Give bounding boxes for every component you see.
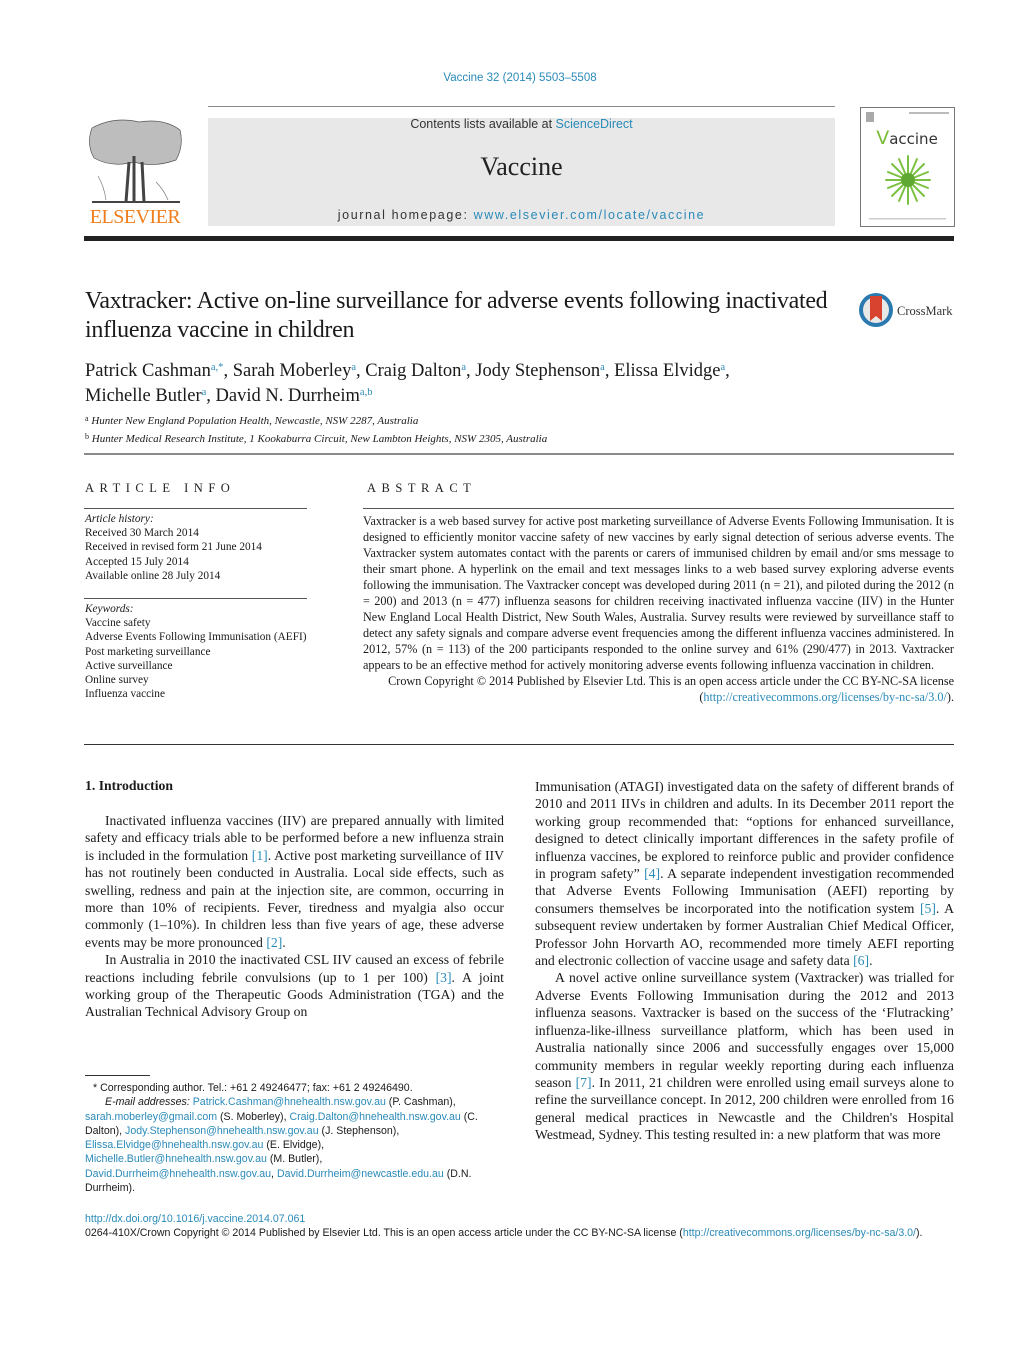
email-link[interactable]: sarah.moberley@gmail.com bbox=[85, 1111, 217, 1123]
footnotes: * Corresponding author. Tel.: +61 2 4924… bbox=[85, 1081, 510, 1195]
divider bbox=[84, 744, 954, 745]
citation-link[interactable]: [4] bbox=[644, 866, 660, 881]
email-link[interactable]: Craig.Dalton@hnehealth.nsw.gov.au bbox=[289, 1111, 460, 1123]
journal-title: Vaccine bbox=[480, 152, 563, 181]
svg-text:Vaccine: Vaccine bbox=[876, 127, 938, 149]
author-list: Patrick Cashmana,*, Sarah Moberleya, Cra… bbox=[85, 361, 730, 406]
author[interactable]: Jody Stephensona bbox=[475, 361, 605, 381]
citation-link[interactable]: [7] bbox=[576, 1075, 592, 1090]
paragraph: Inactivated influenza vaccines (IIV) are… bbox=[85, 813, 504, 950]
paragraph: In Australia in 2010 the inactivated CSL… bbox=[85, 952, 504, 1020]
body-column-right: Immunisation (ATAGI) investigated data o… bbox=[535, 778, 954, 1144]
keyword: Online survey bbox=[85, 674, 149, 687]
homepage-prefix: journal homepage: bbox=[337, 208, 474, 222]
license-statement: 0264-410X/Crown Copyright © 2014 Publish… bbox=[85, 1227, 923, 1240]
doi-link[interactable]: http://dx.doi.org/10.1016/j.vaccine.2014… bbox=[85, 1213, 305, 1225]
article-title: Vaxtracker: Active on-line surveillance … bbox=[85, 288, 828, 343]
doi-block: http://dx.doi.org/10.1016/j.vaccine.2014… bbox=[85, 1212, 955, 1241]
divider bbox=[84, 598, 307, 599]
keyword: Adverse Events Following Immunisation (A… bbox=[85, 631, 307, 644]
crossmark-button[interactable]: CrossMark bbox=[858, 291, 958, 331]
footnote-rule bbox=[85, 1075, 150, 1076]
affiliation: b Hunter Medical Research Institute, 1 K… bbox=[85, 432, 548, 445]
citation-link[interactable]: [6] bbox=[853, 953, 869, 968]
elsevier-wordmark: ELSEVIER bbox=[89, 206, 181, 228]
paragraph: Immunisation (ATAGI) investigated data o… bbox=[535, 779, 955, 969]
history-item: Accepted 15 July 2014 bbox=[85, 555, 189, 568]
email-link[interactable]: Michelle.Butler@hnehealth.nsw.gov.au bbox=[85, 1153, 267, 1165]
email-link[interactable]: Jody.Stephenson@hnehealth.nsw.gov.au bbox=[125, 1125, 319, 1137]
header-rule bbox=[208, 106, 835, 107]
citation-link[interactable]: [5] bbox=[920, 901, 936, 916]
email-link[interactable]: Elissa.Elvidge@hnehealth.nsw.gov.au bbox=[85, 1139, 263, 1151]
divider bbox=[84, 508, 307, 509]
abstract: Vaxtracker is a web based survey for act… bbox=[363, 513, 954, 705]
history-item: Available online 28 July 2014 bbox=[85, 569, 221, 582]
body-column-left: Inactivated influenza vaccines (IIV) are… bbox=[85, 812, 504, 1021]
author-affiliation-marker[interactable]: a bbox=[720, 362, 725, 373]
abstract-copyright: Crown Copyright © 2014 Published by Else… bbox=[388, 674, 954, 704]
journal-cover-thumbnail[interactable]: Vaccine bbox=[860, 107, 955, 227]
author[interactable]: Craig Daltona bbox=[365, 361, 466, 381]
keywords: Keywords: Vaccine safety Adverse Events … bbox=[85, 602, 310, 701]
email-addresses: E-mail addresses: Patrick.Cashman@hnehea… bbox=[85, 1096, 478, 1195]
author-affiliation-marker[interactable]: a,* bbox=[211, 362, 224, 373]
keyword: Vaccine safety bbox=[85, 617, 151, 630]
affiliation: a Hunter New England Population Health, … bbox=[85, 414, 419, 427]
author-affiliation-marker[interactable]: a,b bbox=[360, 387, 373, 398]
citation-link[interactable]: [1] bbox=[252, 848, 268, 863]
journal-citation-link[interactable]: Vaccine 32 (2014) 5503–5508 bbox=[0, 72, 1020, 84]
author[interactable]: Sarah Moberleya bbox=[233, 361, 356, 381]
author-affiliation-marker[interactable]: a bbox=[461, 362, 466, 373]
history-item: Received in revised form 21 June 2014 bbox=[85, 541, 262, 554]
citation-link[interactable]: [3] bbox=[436, 970, 452, 985]
homepage-line: journal homepage: www.elsevier.com/locat… bbox=[208, 208, 835, 222]
keywords-label: Keywords: bbox=[85, 603, 134, 615]
author[interactable]: David N. Durrheima,b bbox=[216, 386, 373, 406]
author-affiliation-marker[interactable]: a bbox=[600, 362, 605, 373]
contents-prefix: Contents lists available at bbox=[410, 117, 556, 131]
license-link[interactable]: http://creativecommons.org/licenses/by-n… bbox=[703, 690, 946, 704]
keyword: Influenza vaccine bbox=[85, 688, 165, 701]
author[interactable]: Patrick Cashmana,* bbox=[85, 361, 223, 381]
contents-line: Contents lists available at ScienceDirec… bbox=[208, 117, 835, 131]
author-affiliation-marker[interactable]: a bbox=[202, 387, 207, 398]
email-link[interactable]: Patrick.Cashman@hnehealth.nsw.gov.au bbox=[193, 1096, 386, 1108]
paragraph: A novel active online surveillance syste… bbox=[535, 970, 954, 1143]
crossmark-label: CrossMark bbox=[897, 304, 953, 318]
history-label: Article history: bbox=[85, 513, 154, 525]
divider bbox=[363, 508, 954, 509]
author[interactable]: Elissa Elvidgea bbox=[614, 361, 725, 381]
section-heading: 1. Introduction bbox=[85, 778, 173, 793]
abstract-text: Vaxtracker is a web based survey for act… bbox=[363, 514, 954, 672]
keyword: Active surveillance bbox=[85, 659, 173, 672]
author-affiliation-marker[interactable]: a bbox=[351, 362, 356, 373]
keyword: Post marketing surveillance bbox=[85, 645, 211, 658]
corresponding-author-note: * Corresponding author. Tel.: +61 2 4924… bbox=[93, 1082, 413, 1094]
history-item: Received 30 March 2014 bbox=[85, 527, 199, 540]
author[interactable]: Michelle Butlera bbox=[85, 386, 206, 406]
license-link[interactable]: http://creativecommons.org/licenses/by-n… bbox=[683, 1227, 916, 1239]
header-thick-rule bbox=[84, 236, 954, 241]
email-link[interactable]: David.Durrheim@newcastle.edu.au bbox=[277, 1168, 444, 1180]
section-divider bbox=[84, 453, 954, 455]
citation-link[interactable]: [2] bbox=[266, 935, 282, 950]
email-link[interactable]: David.Durrheim@hnehealth.nsw.gov.au bbox=[85, 1168, 271, 1180]
abstract-heading: ABSTRACT bbox=[367, 481, 477, 495]
sciencedirect-link[interactable]: ScienceDirect bbox=[556, 117, 633, 131]
article-info-heading: ARTICLE INFO bbox=[85, 481, 236, 495]
homepage-link[interactable]: www.elsevier.com/locate/vaccine bbox=[474, 208, 706, 222]
article-history: Article history: Received 30 March 2014 … bbox=[85, 512, 310, 583]
affiliations: a Hunter New England Population Health, … bbox=[85, 411, 955, 447]
